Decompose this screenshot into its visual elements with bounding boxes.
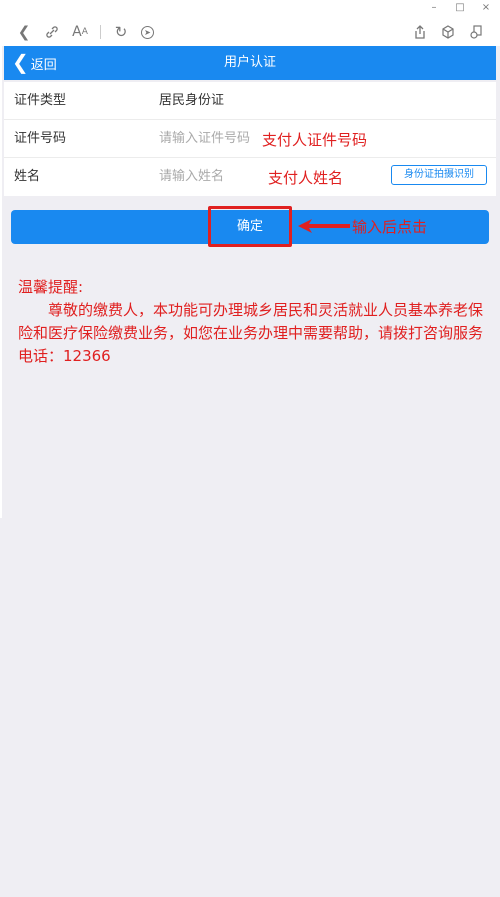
- close-icon[interactable]: ×: [480, 0, 492, 16]
- screenshot-icon[interactable]: [468, 24, 484, 40]
- refresh-icon[interactable]: ↻: [113, 23, 129, 41]
- left-arrow-icon: [298, 219, 350, 233]
- window-controls: – □ ×: [428, 0, 492, 16]
- name-label: 姓名: [14, 169, 41, 184]
- minimize-icon[interactable]: –: [428, 0, 440, 16]
- name-annotation: 支付人姓名: [268, 169, 344, 187]
- toolbar-separator: [100, 25, 101, 39]
- link-icon[interactable]: [44, 24, 60, 40]
- id-number-annotation: 支付人证件号码: [262, 131, 368, 149]
- id-type-label: 证件类型: [14, 93, 67, 108]
- id-type-row[interactable]: 证件类型 居民身份证: [4, 82, 496, 120]
- browser-toolbar: – □ × ❮ AA ↻ ➤: [0, 0, 500, 46]
- reminder-section: 温馨提醒: 尊敬的缴费人，本功能可办理城乡居民和灵活就业人员基本养老保险和医疗保…: [18, 276, 488, 368]
- back-arrow-icon[interactable]: ❮: [16, 23, 32, 41]
- confirm-highlight-box: [208, 206, 292, 247]
- id-scan-button[interactable]: 身份证拍摄识别: [391, 165, 487, 185]
- id-type-value[interactable]: 居民身份证: [159, 82, 224, 120]
- font-size-icon[interactable]: AA: [72, 24, 88, 40]
- id-number-label: 证件号码: [14, 131, 67, 146]
- reminder-body: 尊敬的缴费人，本功能可办理城乡居民和灵活就业人员基本养老保险和医疗保险缴费业务，…: [18, 301, 484, 365]
- page-title: 用户认证: [223, 55, 276, 70]
- name-input[interactable]: [159, 158, 269, 196]
- nav-bar: ❮ 返回 用户认证: [4, 46, 496, 80]
- reminder-title: 温馨提醒:: [18, 278, 84, 296]
- id-number-input[interactable]: [159, 120, 269, 158]
- share-icon[interactable]: [412, 24, 428, 40]
- app-frame: ❮ 返回 用户认证 证件类型 居民身份证 证件号码 支付人证件号码 姓名 支付人…: [4, 46, 496, 897]
- cube-icon[interactable]: [440, 24, 456, 40]
- maximize-icon[interactable]: □: [454, 0, 466, 16]
- frame-edge: [0, 46, 2, 518]
- click-annotation: 输入后点击: [352, 218, 428, 236]
- name-row: 姓名 支付人姓名 身份证拍摄识别: [4, 158, 496, 196]
- auth-form: 证件类型 居民身份证 证件号码 支付人证件号码 姓名 支付人姓名 身份证拍摄识别: [4, 82, 496, 196]
- compass-icon[interactable]: ➤: [141, 25, 154, 39]
- id-number-row: 证件号码 支付人证件号码: [4, 120, 496, 158]
